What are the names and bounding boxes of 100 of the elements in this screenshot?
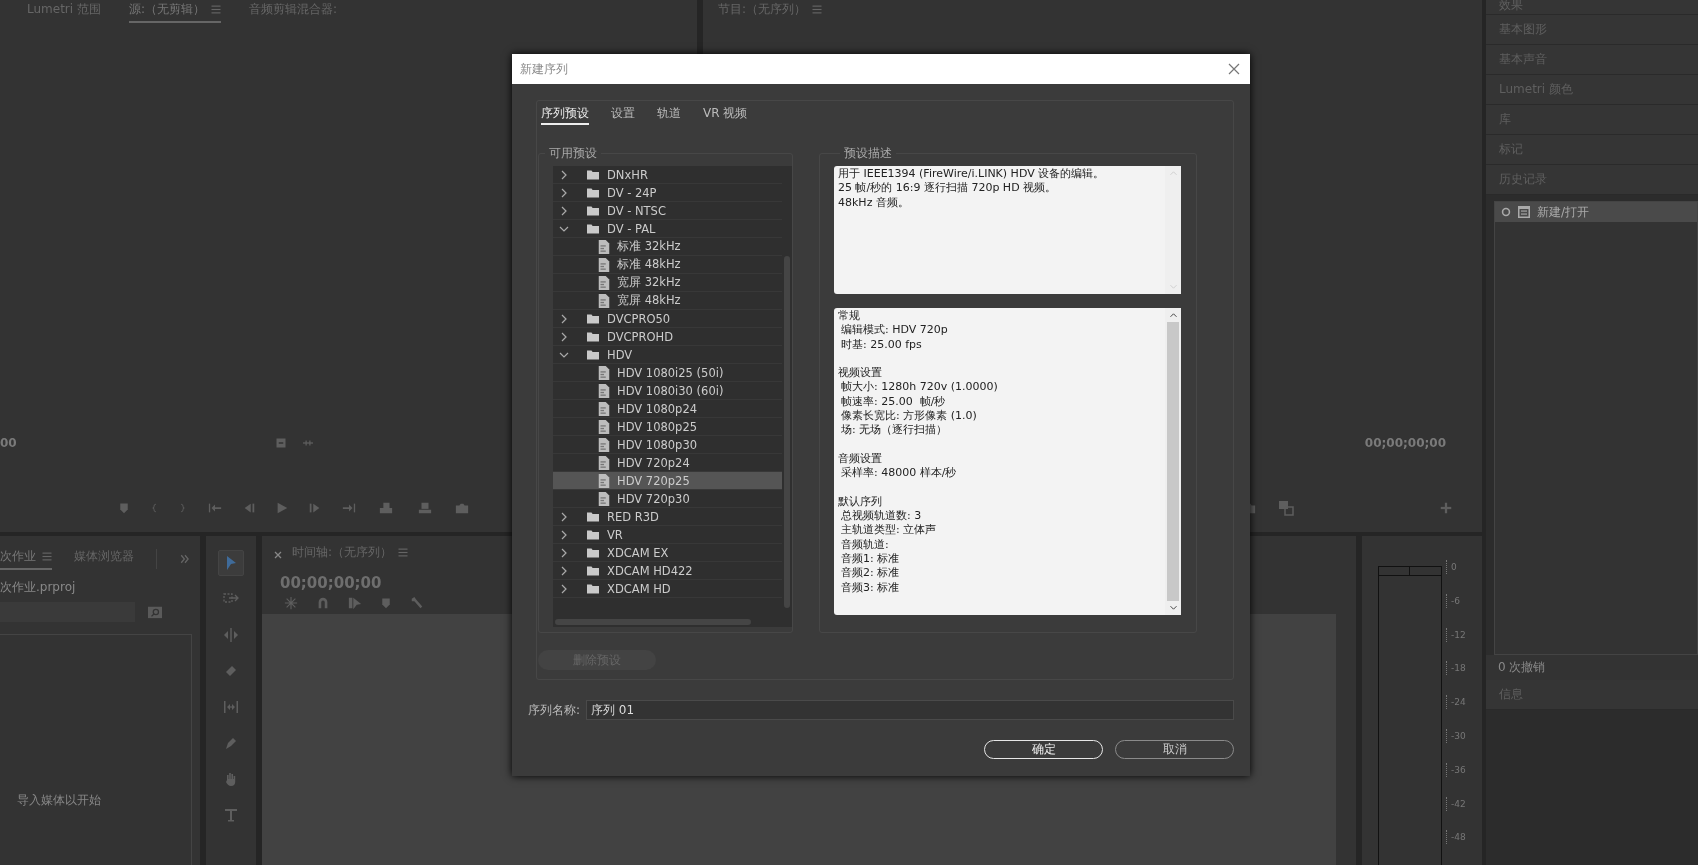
details-line: 采样率: 48000 样本/秒: [840, 466, 958, 481]
chevron-right-icon[interactable]: [559, 565, 569, 576]
chevron-up-icon[interactable]: [1168, 312, 1178, 318]
go-to-out-icon[interactable]: [341, 501, 357, 515]
chevron-right-icon[interactable]: [559, 187, 569, 198]
marker-icon[interactable]: [118, 501, 130, 515]
tree-item[interactable]: DVCPROHD: [553, 328, 782, 346]
document-icon: [597, 418, 611, 435]
chevrons-right-icon[interactable]: [179, 554, 191, 564]
tree-item[interactable]: HDV: [553, 346, 782, 364]
details-line: 音频2: 标准: [840, 566, 901, 581]
chevron-right-icon[interactable]: [559, 511, 569, 522]
chevron-down-icon[interactable]: [1168, 605, 1178, 611]
tab[interactable]: VR 视频: [703, 105, 748, 125]
history-item[interactable]: 新建/打开: [1495, 202, 1697, 222]
chevron-right-icon[interactable]: [559, 547, 569, 558]
sequence-name-field[interactable]: 序列 01: [586, 700, 1234, 720]
meter-scale-label: -48: [1446, 830, 1466, 845]
tree-item[interactable]: 宽屏 48kHz: [553, 292, 782, 310]
document-icon: [597, 400, 611, 417]
ripple-edit-icon: [223, 627, 239, 643]
tree-item[interactable]: 宽屏 32kHz: [553, 274, 782, 292]
tab[interactable]: 轨道: [657, 105, 681, 125]
tree-item[interactable]: DV - NTSC: [553, 202, 782, 220]
chevron-right-icon[interactable]: [559, 313, 569, 324]
details-line: 音频轨道:: [840, 537, 890, 553]
tree-item[interactable]: VR: [553, 526, 782, 544]
tree-item[interactable]: HDV 1080i30 (60i): [553, 382, 782, 400]
field-label: 序列名称:: [528, 701, 581, 719]
details-line: 帧大小: 1280h 720v (1.0000): [840, 380, 999, 395]
tree-item[interactable]: DVCPRO50: [553, 310, 782, 328]
play-icon[interactable]: [275, 500, 289, 516]
tree-item[interactable]: XDCAM HD: [553, 580, 782, 598]
folder-icon: [585, 564, 601, 577]
menu-icon[interactable]: [398, 548, 409, 557]
close-button[interactable]: [1228, 63, 1240, 75]
tab[interactable]: 序列预设: [541, 105, 589, 125]
pen-icon: [223, 735, 239, 751]
meter-scale-label: -24: [1446, 695, 1466, 710]
file-name: 次作业.prproj: [0, 579, 77, 596]
tree-item[interactable]: DNxHR: [553, 166, 782, 184]
details-heading: 音频设置: [838, 450, 883, 466]
tree-item[interactable]: 标准 32kHz: [553, 238, 782, 256]
tree-item[interactable]: DV - 24P: [553, 184, 782, 202]
details-line: 编辑模式: HDV 720p: [840, 323, 949, 338]
meter-scale-label: -36: [1446, 762, 1466, 777]
go-to-in-icon[interactable]: [207, 501, 223, 515]
chevron-right-icon[interactable]: [559, 529, 569, 540]
meter-scale-label: -30: [1446, 729, 1466, 743]
compare-icon[interactable]: [1277, 500, 1295, 516]
tree-item[interactable]: DV - PAL: [553, 220, 782, 238]
scrollbar[interactable]: [1167, 322, 1179, 601]
chevron-right-icon[interactable]: [559, 205, 569, 216]
tree-item[interactable]: HDV 1080p30: [553, 436, 782, 454]
step-forward-icon[interactable]: [308, 501, 322, 515]
step-back-icon[interactable]: [242, 501, 256, 515]
type-tool-icon: [223, 807, 239, 823]
tree-item[interactable]: HDV 1080p24: [553, 400, 782, 418]
tree-item[interactable]: 标准 48kHz: [553, 256, 782, 274]
tree-item[interactable]: HDV 1080p25: [553, 418, 782, 436]
folder-icon: [585, 168, 601, 181]
document-icon: [597, 238, 611, 255]
close-icon[interactable]: [274, 551, 282, 559]
meter-scale-label: -12: [1446, 627, 1466, 642]
folder-icon: [585, 582, 601, 595]
tool-button[interactable]: [218, 550, 244, 576]
folder-icon: [585, 348, 601, 361]
folder-icon: [585, 312, 601, 325]
menu-icon[interactable]: [42, 552, 52, 561]
wrench-icon[interactable]: [410, 596, 424, 610]
magnet-icon[interactable]: [316, 596, 330, 610]
plus-icon[interactable]: [1440, 502, 1452, 514]
cancel-button[interactable]: 取消: [1115, 740, 1234, 759]
tree-item[interactable]: HDV 720p30: [553, 490, 782, 508]
camera-icon[interactable]: [454, 501, 470, 515]
document-icon: [597, 454, 611, 471]
details-heading: 常规: [838, 309, 861, 324]
chevron-right-icon[interactable]: [559, 583, 569, 594]
document-icon: [597, 436, 611, 453]
document-icon: [597, 472, 611, 489]
group-title: 可用预设: [548, 145, 598, 162]
timecode: 00: [0, 436, 17, 450]
tree-item[interactable]: HDV 720p25: [553, 472, 782, 490]
ok-button[interactable]: 确定: [984, 740, 1103, 759]
folder-icon: [585, 546, 601, 559]
marker-icon[interactable]: [380, 596, 392, 610]
document-icon: [597, 382, 611, 399]
slip-icon: [223, 699, 239, 715]
tree-item[interactable]: XDCAM EX: [553, 544, 782, 562]
tree-item[interactable]: XDCAM HD422: [553, 562, 782, 580]
search-icon[interactable]: [147, 605, 163, 619]
details-line: 音频1: 标准: [840, 552, 901, 567]
chevron-right-icon[interactable]: [559, 331, 569, 342]
menu-icon[interactable]: [211, 5, 221, 14]
chevron-right-icon[interactable]: [559, 169, 569, 180]
menu-icon[interactable]: [812, 5, 823, 14]
tree-item[interactable]: RED R3D: [553, 508, 782, 526]
tab[interactable]: 设置: [611, 105, 635, 125]
tree-item[interactable]: HDV 1080i25 (50i): [553, 364, 782, 382]
circle-icon: [1501, 207, 1511, 217]
